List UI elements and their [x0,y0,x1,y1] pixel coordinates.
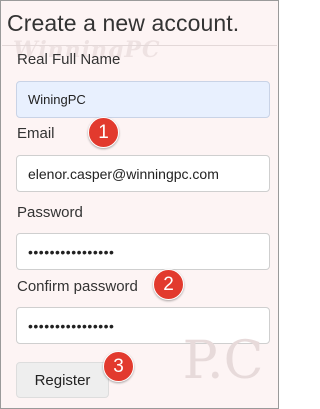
register-form-panel: WinningPC Create a new account. Real Ful… [0,0,279,409]
confirm-password-label: Confirm password [17,278,138,295]
title-divider [2,45,277,46]
full-name-label: Real Full Name [17,51,121,68]
page-title: Create a new account. [7,10,240,36]
password-label: Password [17,204,83,221]
watermark-pc-logo: P.C [182,331,264,391]
step-badge-2: 2 [153,269,184,300]
email-input[interactable]: elenor.casper@winningpc.com [16,155,270,192]
email-label: Email [17,125,55,142]
register-button[interactable]: Register [16,362,109,398]
full-name-input[interactable]: WiningPC [16,81,270,118]
password-input[interactable]: •••••••••••••••• [16,233,270,270]
step-badge-1: 1 [88,117,119,148]
step-badge-3: 3 [103,351,134,382]
